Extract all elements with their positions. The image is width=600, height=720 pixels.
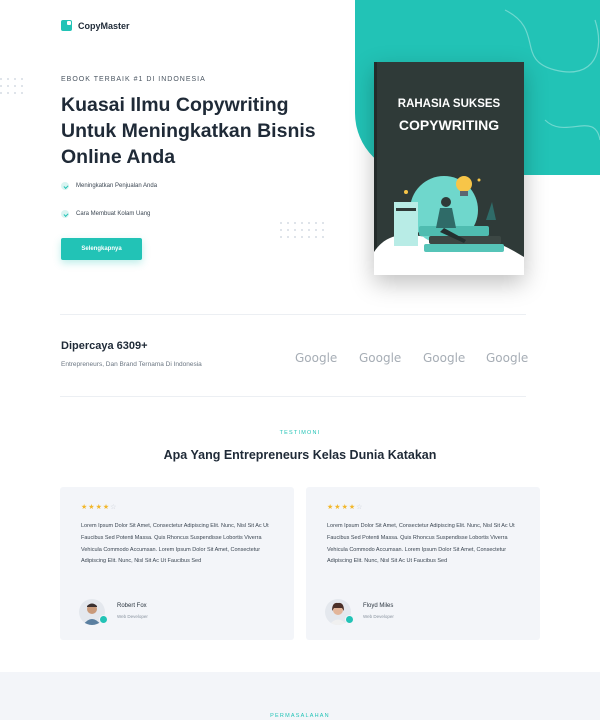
rating-stars: ★★★★☆ — [81, 503, 117, 511]
problem-section-label: PERMASALAHAN — [270, 713, 330, 719]
star-icon: ★ — [95, 504, 103, 511]
decorative-dot-grid-left — [0, 78, 23, 94]
ebook-cover: RAHASIA SUKSES COPYWRITING — [374, 62, 524, 275]
testimonial-text: Lorem Ipsum Dolor Sit Amet, Consectetur … — [81, 523, 269, 565]
reviewer-name: Floyd Miles — [363, 603, 394, 609]
feature-label: Cara Membuat Kolam Uang — [76, 211, 151, 217]
reviewer-role: Web Developer — [363, 614, 394, 619]
reviewer-name: Robert Fox — [117, 603, 147, 609]
book-illustration — [374, 176, 524, 275]
testimonial-text: Lorem Ipsum Dolor Sit Amet, Consectetur … — [327, 523, 515, 565]
reviewer-role: Web Developer — [117, 614, 148, 619]
brand-logo[interactable]: CopyMaster — [61, 20, 130, 31]
partner-logo-google: Google — [423, 351, 466, 365]
decorative-dot-grid-right — [280, 222, 324, 238]
star-icon: ★ — [334, 504, 342, 511]
feature-item: Cara Membuat Kolam Uang — [61, 210, 150, 218]
copymaster-logo-icon — [61, 20, 72, 31]
partner-logo-google: Google — [359, 351, 402, 365]
book-title-line2: COPYWRITING — [398, 117, 500, 133]
hero-headline: Kuasai Ilmu Copywriting Untuk Meningkatk… — [61, 94, 316, 168]
check-icon — [61, 210, 69, 218]
trust-title: Dipercaya 6309+ — [61, 340, 148, 352]
rating-stars: ★★★★☆ — [327, 503, 363, 511]
partner-logo-google: Google — [486, 351, 529, 365]
trust-subtitle: Entrepreneurs, Dan Brand Ternama Di Indo… — [61, 361, 202, 368]
feature-label: Meningkatkan Penjualan Anda — [76, 183, 158, 189]
star-empty-icon: ☆ — [356, 504, 364, 511]
star-icon: ★ — [88, 504, 96, 511]
star-icon: ★ — [341, 504, 349, 511]
testimonial-section-label: TESTIMONI — [279, 430, 321, 436]
testimonial-card: ★★★★☆ Lorem Ipsum Dolor Sit Amet, Consec… — [60, 487, 294, 640]
check-icon — [61, 182, 69, 190]
cta-button[interactable]: Selengkapnya — [61, 238, 142, 260]
verified-badge-icon — [345, 615, 354, 624]
testimonial-card: ★★★★☆ Lorem Ipsum Dolor Sit Amet, Consec… — [306, 487, 540, 640]
hero-eyebrow: EBOOK TERBAIK #1 DI INDONESIA — [61, 76, 206, 83]
section-divider — [60, 396, 526, 397]
testimonial-section-title: Apa Yang Entrepreneurs Kelas Dunia Katak… — [163, 448, 437, 462]
star-empty-icon: ☆ — [110, 504, 118, 511]
feature-item: Meningkatkan Penjualan Anda — [61, 182, 157, 190]
book-title-line1: RAHASIA SUKSES — [397, 98, 501, 110]
verified-badge-icon — [99, 615, 108, 624]
section-divider — [60, 314, 526, 315]
brand-name: CopyMaster — [78, 20, 130, 31]
partner-logo-google: Google — [295, 351, 338, 365]
